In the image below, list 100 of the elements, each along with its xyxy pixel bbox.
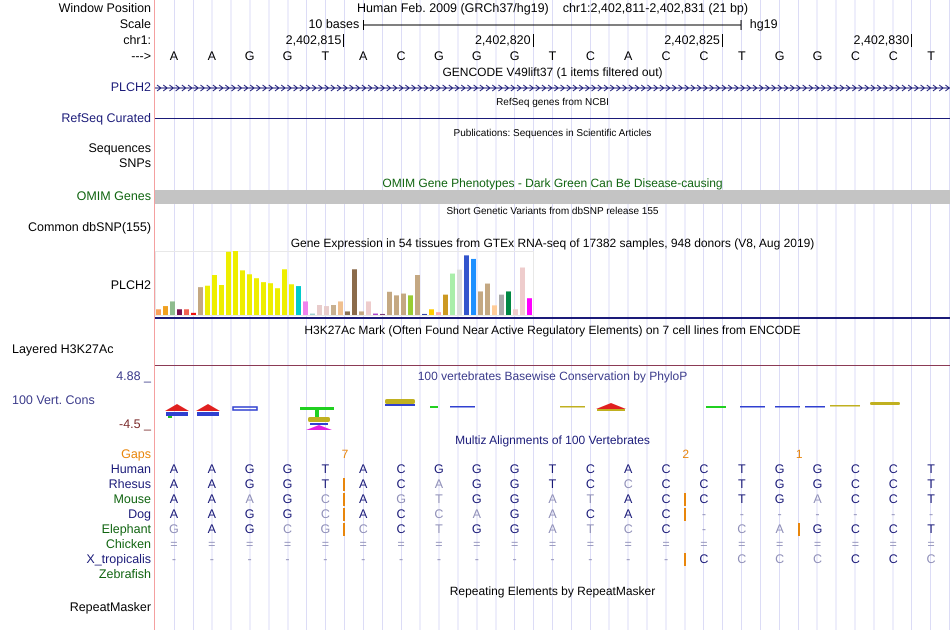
alignment-base: G — [510, 493, 520, 506]
alignment-base: G — [244, 523, 254, 536]
alignment-base: G — [812, 463, 822, 476]
gene-strand-drawing[interactable] — [155, 82, 950, 92]
species-label: Dog — [128, 508, 151, 521]
base-letter: G — [244, 50, 256, 62]
alignment-base: A — [624, 508, 632, 521]
alignment-base: T — [322, 478, 330, 491]
alignment-base: = — [624, 538, 632, 551]
track-title: GENCODE V49lift37 (1 items filtered out) — [442, 66, 663, 78]
scale-text: 10 bases — [307, 18, 360, 31]
alignment-base: G — [434, 463, 444, 476]
alignment-base: - — [626, 553, 630, 566]
track-title: RefSeq genes from NCBI — [496, 98, 609, 108]
alignment-base: = — [360, 538, 367, 551]
alignment-base: A — [170, 463, 178, 476]
alignment-base: = — [322, 538, 329, 551]
alignment-base: T — [435, 523, 443, 536]
alignment-base: = — [510, 538, 518, 551]
alignment-base: C — [699, 553, 708, 566]
alignment-base: - — [702, 508, 706, 521]
alignment-base: A — [548, 493, 557, 506]
alignment-base: C — [586, 463, 595, 476]
strand-label: ---> — [131, 50, 151, 62]
alignment-base: = — [852, 538, 859, 551]
species-label: Rhesus — [108, 478, 151, 491]
track-label[interactable]: RefSeq Curated — [61, 112, 151, 124]
alignment-base: C — [850, 478, 860, 491]
alignment-base: = — [397, 538, 405, 551]
alignment-base: - — [398, 553, 404, 566]
alignment-base: G — [774, 463, 784, 476]
alignment-base: C — [396, 463, 406, 476]
base-letter: G — [812, 50, 824, 62]
alignment-base: G — [472, 493, 482, 506]
base-letter: T — [926, 50, 936, 62]
gene-label[interactable]: PLCH2 — [110, 81, 151, 94]
track-label: Sequences — [88, 142, 151, 155]
alignment-base: C — [396, 523, 406, 536]
track-label: OMIM Genes — [76, 190, 151, 203]
alignment-base: T — [548, 463, 556, 476]
track-label: Scale — [120, 18, 151, 31]
track-title: Multiz Alignments of 100 Vertebrates — [455, 434, 650, 446]
alignment-base: - — [853, 508, 858, 521]
base-letter: C — [584, 50, 596, 62]
gap-count: 2 — [682, 448, 689, 460]
alignment-base: G — [320, 523, 330, 536]
track-title: 100 vertebrates Basewise Conservation by PhyloP — [418, 370, 688, 382]
alignment-base: = — [814, 538, 822, 551]
alignment-base: G — [396, 493, 406, 506]
base-letter: G — [508, 50, 520, 62]
track-title: Short Genetic Variants from dbSNP release 155 — [446, 207, 658, 217]
alignment-base: - — [588, 553, 592, 566]
base-letter: G — [282, 50, 294, 62]
alignment-base: C — [812, 553, 822, 566]
alignment-base: C — [396, 478, 406, 491]
alignment-base: G — [282, 493, 292, 506]
alignment-base: C — [358, 523, 368, 536]
alignment-base: G — [282, 463, 292, 476]
alignment-base: C — [434, 508, 444, 521]
alignment-base: A — [208, 478, 216, 491]
alignment-base: A — [208, 508, 216, 521]
track-label: chr1: — [123, 34, 151, 46]
alignment-base: C — [926, 553, 936, 566]
alignment-base: C — [396, 508, 406, 521]
alignment-base: C — [320, 493, 330, 506]
alignment-base: T — [927, 463, 935, 476]
gap-count: 1 — [796, 448, 803, 460]
alignment-base: G — [244, 463, 254, 476]
alignment-base: A — [624, 493, 632, 506]
alignment-base: C — [699, 478, 708, 491]
alignment-base: - — [474, 553, 479, 566]
alignment-base: T — [927, 493, 935, 506]
alignment-base: C — [624, 523, 633, 536]
alignment-base: T — [738, 493, 746, 506]
alignment-base: C — [850, 463, 860, 476]
alignment-base: - — [436, 553, 441, 566]
alignment-base: C — [624, 478, 633, 491]
alignment-base: = — [662, 538, 670, 551]
track-title: OMIM Gene Phenotypes - Dark Green Can Be Disease-causing — [382, 177, 723, 189]
track-label: Gaps — [121, 448, 151, 461]
track-title: Publications: Sequences in Scientific Articles — [454, 128, 652, 138]
alignment-base: - — [210, 553, 214, 566]
alignment-base: G — [812, 523, 822, 536]
track-label: Window Position — [58, 2, 151, 15]
track-label: Common dbSNP(155) — [28, 221, 151, 234]
alignment-base: - — [361, 553, 366, 566]
alignment-base: A — [813, 493, 822, 506]
alignment-base: = — [284, 538, 292, 551]
base-letter: A — [623, 50, 634, 62]
alignment-base: A — [170, 493, 178, 506]
gap-count: 7 — [342, 448, 348, 460]
alignment-base: C — [699, 463, 708, 476]
species-label: Human — [110, 463, 151, 476]
coordinate-tick: 2,402,825 — [609, 34, 723, 47]
alignment-base: G — [472, 463, 482, 476]
alignment-base: A — [208, 523, 216, 536]
track-title: Gene Expression in 54 tissues from GTEx RNA-seq of 17382 samples, 948 donors (V8, Aug 2019) — [290, 237, 814, 249]
assembly-name: Human Feb. 2009 (GRCh37/hg19) — [356, 2, 549, 15]
alignment-base: G — [510, 523, 520, 536]
coordinate-tick: 2,402,820 — [420, 34, 534, 47]
